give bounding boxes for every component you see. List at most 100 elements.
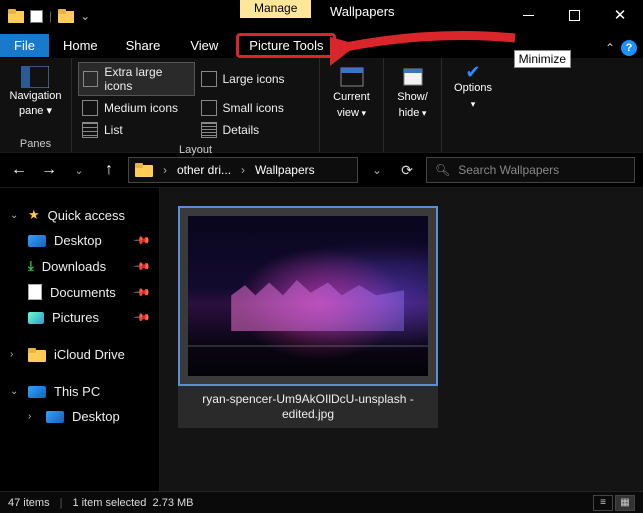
- window-controls: ✕: [505, 0, 643, 30]
- chevron-right-icon[interactable]: ›: [159, 163, 171, 177]
- qat-separator: |: [49, 9, 52, 23]
- status-selection: 1 item selected 2.73 MB: [72, 497, 193, 509]
- folder-icon[interactable]: [58, 8, 74, 24]
- folder-icon: [28, 348, 46, 362]
- address-history-button[interactable]: ⌄: [366, 163, 388, 177]
- file-list[interactable]: ryan-spencer-Um9AkOIlDcU-unsplash - edit…: [160, 188, 643, 491]
- help-icon[interactable]: ?: [621, 40, 637, 56]
- share-tab[interactable]: Share: [112, 34, 175, 57]
- recent-locations-button[interactable]: ⌄: [68, 159, 90, 181]
- layout-large-icons[interactable]: Large icons: [197, 62, 314, 96]
- picture-tools-tab[interactable]: Picture Tools: [236, 33, 336, 58]
- status-item-count: 47 items: [8, 497, 50, 509]
- thumbnail-icon: [83, 71, 98, 87]
- options-button[interactable]: ✔ Options: [448, 62, 498, 111]
- collapse-ribbon-icon[interactable]: ⌃: [605, 41, 615, 55]
- tree-this-pc[interactable]: ⌄ This PC: [6, 379, 153, 404]
- refresh-button[interactable]: ⟳: [396, 162, 418, 179]
- tree-icloud-drive[interactable]: › iCloud Drive: [6, 342, 153, 367]
- tree-downloads[interactable]: ⤓ Downloads📌: [6, 253, 153, 279]
- desktop-icon: [46, 411, 64, 423]
- ribbon-group-options: ✔ Options: [442, 58, 504, 152]
- breadcrumb-segment-folder[interactable]: Wallpapers: [255, 163, 315, 177]
- pin-icon: 📌: [133, 283, 152, 302]
- pin-icon: 📌: [133, 231, 152, 250]
- qat-overflow-icon[interactable]: ⌄: [80, 9, 90, 23]
- search-icon: 🔍︎: [435, 163, 450, 177]
- forward-button[interactable]: →: [38, 159, 60, 181]
- chevron-right-icon[interactable]: ›: [237, 163, 249, 177]
- check-icon: ✔: [465, 66, 480, 79]
- layout-list[interactable]: List: [78, 120, 195, 140]
- tree-quick-access[interactable]: ⌄ ★ Quick access: [6, 202, 153, 228]
- body: ⌄ ★ Quick access Desktop📌 ⤓ Downloads📌 D…: [0, 188, 643, 491]
- thumbnails-view-toggle[interactable]: ▦: [615, 495, 635, 511]
- title-bar: | ⌄ Manage Wallpapers ✕: [0, 0, 643, 32]
- current-view-button[interactable]: Current view: [326, 62, 377, 120]
- address-bar-row: ← → ⌄ ↑ › other dri... › Wallpapers ⌄ ⟳ …: [0, 152, 643, 188]
- thumbnail-icon: [201, 100, 217, 116]
- contextual-tab-manage[interactable]: Manage: [240, 0, 311, 18]
- minimize-button[interactable]: [505, 0, 551, 30]
- view-tab[interactable]: View: [174, 34, 234, 57]
- up-button[interactable]: ↑: [98, 159, 120, 181]
- group-label-layout: Layout: [78, 140, 313, 156]
- ribbon-group-panes: Navigation pane ▾ Panes: [0, 58, 72, 152]
- chevron-down-icon[interactable]: ⌄: [10, 210, 20, 221]
- quick-access-toolbar: | ⌄: [0, 8, 98, 24]
- maximize-button[interactable]: [551, 0, 597, 30]
- pin-icon: 📌: [133, 308, 152, 327]
- file-caption: ryan-spencer-Um9AkOIlDcU-unsplash - edit…: [178, 386, 438, 428]
- group-label-panes: Panes: [20, 134, 51, 150]
- navigation-pane-label1: Navigation: [10, 90, 62, 103]
- file-item[interactable]: ryan-spencer-Um9AkOIlDcU-unsplash - edit…: [178, 206, 438, 428]
- chevron-right-icon[interactable]: ›: [10, 349, 20, 360]
- document-icon: [28, 284, 42, 300]
- folder-icon: [8, 8, 24, 24]
- ribbon-right-controls: ⌃ ?: [605, 40, 637, 56]
- home-tab[interactable]: Home: [49, 34, 112, 57]
- minimize-tooltip: Minimize: [514, 50, 571, 68]
- status-bar: 47 items | 1 item selected 2.73 MB ≡ ▦: [0, 491, 643, 513]
- file-thumbnail: [188, 216, 428, 376]
- chevron-down-icon[interactable]: ⌄: [10, 386, 20, 397]
- file-tab[interactable]: File: [0, 34, 49, 57]
- thumbnail-icon: [201, 71, 217, 87]
- tree-documents[interactable]: Documents📌: [6, 279, 153, 305]
- search-placeholder: Search Wallpapers: [458, 163, 559, 177]
- desktop-icon: [28, 235, 46, 247]
- show-hide-icon: [401, 66, 425, 88]
- tree-pictures[interactable]: Pictures📌: [6, 305, 153, 330]
- download-icon: ⤓: [28, 258, 34, 274]
- file-thumbnail-frame: [178, 206, 438, 386]
- layout-details[interactable]: Details: [197, 120, 314, 140]
- back-button[interactable]: ←: [8, 159, 30, 181]
- checkbox-icon[interactable]: [30, 10, 43, 23]
- thumbnail-icon: [82, 100, 98, 116]
- navigation-pane[interactable]: ⌄ ★ Quick access Desktop📌 ⤓ Downloads📌 D…: [0, 188, 160, 491]
- show-hide-button[interactable]: Show/ hide: [390, 62, 435, 120]
- ribbon-view: Navigation pane ▾ Panes Extra large icon…: [0, 58, 643, 152]
- layout-small-icons[interactable]: Small icons: [197, 98, 314, 118]
- tree-desktop-pc[interactable]: › Desktop: [6, 404, 153, 429]
- this-pc-icon: [28, 386, 46, 398]
- ribbon-group-layout: Extra large icons Large icons Medium ico…: [72, 58, 320, 152]
- window-title: Wallpapers: [330, 4, 395, 19]
- tree-desktop[interactable]: Desktop📌: [6, 228, 153, 253]
- view-mode-toggles: ≡ ▦: [593, 495, 635, 511]
- address-breadcrumb[interactable]: › other dri... › Wallpapers: [128, 157, 358, 183]
- current-view-icon: [339, 66, 365, 88]
- breadcrumb-segment-drive[interactable]: other dri...: [177, 163, 231, 177]
- details-icon: [201, 122, 217, 138]
- pictures-icon: [28, 312, 44, 324]
- layout-extra-large-icons[interactable]: Extra large icons: [78, 62, 195, 96]
- navigation-pane-button[interactable]: Navigation pane ▾: [10, 62, 62, 118]
- search-box[interactable]: 🔍︎ Search Wallpapers: [426, 157, 635, 183]
- close-button[interactable]: ✕: [597, 0, 643, 30]
- layout-medium-icons[interactable]: Medium icons: [78, 98, 195, 118]
- details-view-toggle[interactable]: ≡: [593, 495, 613, 511]
- chevron-right-icon[interactable]: ›: [28, 411, 38, 422]
- navigation-pane-label2: pane ▾: [19, 105, 52, 118]
- pin-icon: 📌: [133, 257, 152, 276]
- folder-icon: [135, 163, 153, 177]
